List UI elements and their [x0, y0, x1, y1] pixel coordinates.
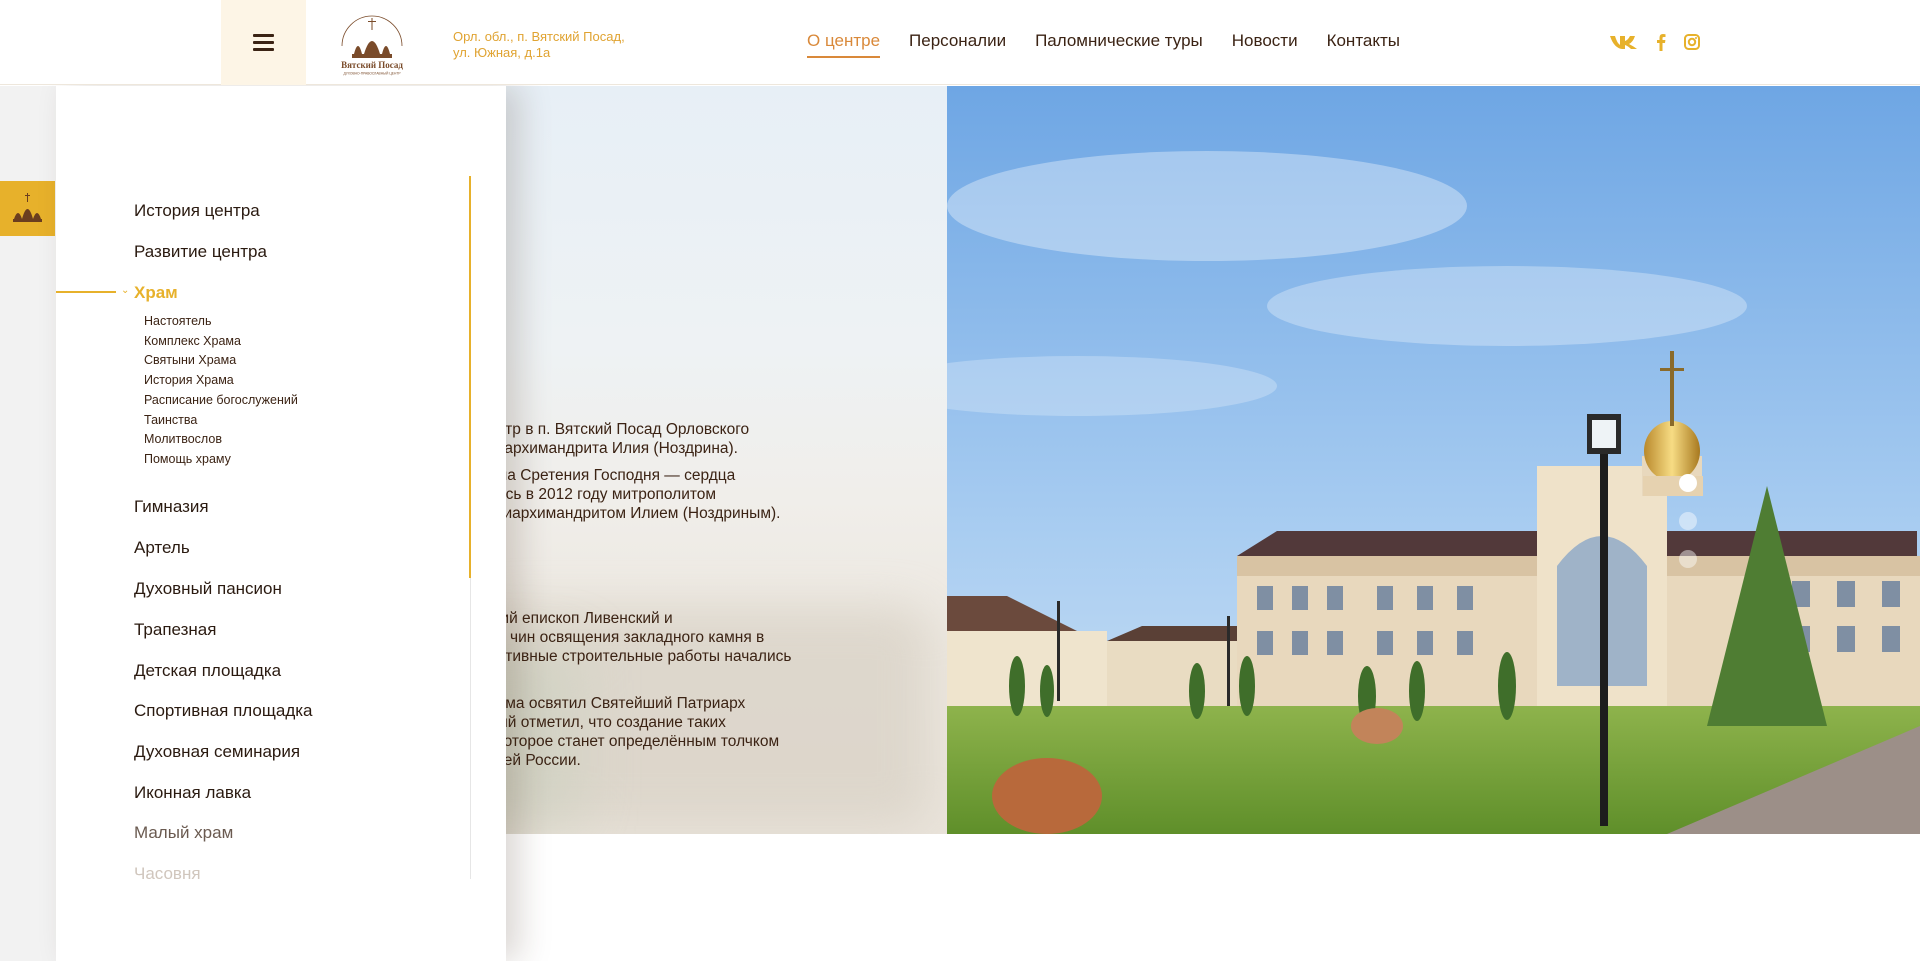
hero-line: рама освятил Святейший Патриарх: [488, 695, 746, 712]
hero-photo-illustration: [947, 86, 1920, 834]
hero-line: ил чин освящения закладного камня в: [488, 629, 765, 646]
church-domes-icon: [13, 193, 42, 222]
active-item-indicator: [56, 291, 116, 293]
menu-item-pension[interactable]: Духовный пансион: [134, 579, 282, 599]
menu-item-sports-ground[interactable]: Спортивная площадка: [134, 701, 313, 721]
menu-item-artel[interactable]: Артель: [134, 538, 190, 558]
slider-dot-3[interactable]: [1679, 550, 1697, 568]
hero-line: , которое станет определённым толчком: [488, 733, 780, 750]
left-side-strip: [0, 86, 56, 961]
site-header: Вятский Посад ДУХОВНО-ПРАВОСЛАВНЫЙ ЦЕНТР…: [0, 0, 1920, 85]
hero-line: ентр в п. Вятский Посад Орловского: [488, 421, 750, 438]
hero-line: десь в 2012 году митрополитом: [488, 486, 717, 503]
menu-toggle-button[interactable]: [221, 0, 306, 85]
menu-item-icon-shop[interactable]: Иконная лавка: [134, 783, 251, 803]
menu-item-chapel[interactable]: Часовня: [134, 864, 201, 884]
menu-item-development[interactable]: Развитие центра: [134, 242, 267, 262]
facebook-icon[interactable]: [1654, 32, 1668, 52]
submenu-item[interactable]: Помощь храму: [144, 452, 231, 466]
submenu-item[interactable]: История Храма: [144, 373, 234, 387]
instagram-icon[interactable]: [1683, 32, 1701, 52]
nav-contacts[interactable]: Контакты: [1327, 31, 1400, 58]
nav-tours[interactable]: Паломнические туры: [1035, 31, 1203, 58]
nav-people[interactable]: Персоналии: [909, 31, 1006, 58]
submenu-item[interactable]: Расписание богослужений: [144, 393, 298, 407]
church-shortcut-button[interactable]: [0, 181, 55, 236]
submenu-item[interactable]: Комплекс Храма: [144, 334, 241, 348]
menu-item-playground[interactable]: Детская площадка: [134, 661, 281, 681]
menu-item-seminary[interactable]: Духовная семинария: [134, 742, 300, 762]
burger-line: [253, 34, 274, 37]
hero-photo: [947, 86, 1920, 834]
slider-dot-2[interactable]: [1679, 512, 1697, 530]
logo-title: Вятский Посад: [341, 60, 403, 70]
vk-icon[interactable]: [1608, 32, 1640, 52]
burger-line: [253, 41, 274, 44]
nav-about[interactable]: О центре: [807, 31, 881, 58]
menu-item-gymnasium[interactable]: Гимназия: [134, 497, 209, 517]
nav-news[interactable]: Новости: [1232, 31, 1298, 58]
header-address: Орл. обл., п. Вятский Посад, ул. Южная, …: [453, 29, 625, 61]
menu-scroll-thumb[interactable]: [469, 176, 471, 578]
menu-item-small-temple[interactable]: Малый храм: [134, 823, 233, 843]
main-nav: О центре Персоналии Паломнические туры Н…: [807, 31, 1429, 58]
submenu-item[interactable]: Молитвослов: [144, 432, 222, 446]
hero-line: схиархимандритом Илием (Ноздриным).: [488, 505, 781, 522]
menu-item-temple[interactable]: Храм: [134, 283, 178, 303]
hero-line: ший епископ Ливенский и: [488, 610, 673, 627]
submenu-item[interactable]: Святыни Храма: [144, 353, 236, 367]
side-menu: История центра Развитие центра ⌄ Храм На…: [56, 86, 506, 961]
hero-line: рый отметил, что создание таких: [488, 714, 726, 731]
address-line-2: ул. Южная, д.1а: [453, 45, 551, 60]
burger-line: [253, 48, 274, 51]
address-line-1: Орл. обл., п. Вятский Посад,: [453, 29, 625, 44]
submenu-item[interactable]: Таинства: [144, 413, 197, 427]
hero-line: Активные строительные работы начались: [488, 648, 792, 665]
hero-line: ама Сретения Господня — сердца: [488, 467, 736, 484]
logo-subtitle: ДУХОВНО-ПРАВОСЛАВНЫЙ ЦЕНТР: [343, 72, 401, 76]
submenu-item[interactable]: Настоятель: [144, 314, 211, 328]
menu-item-refectory[interactable]: Трапезная: [134, 620, 216, 640]
site-logo[interactable]: Вятский Посад ДУХОВНО-ПРАВОСЛАВНЫЙ ЦЕНТР: [334, 12, 410, 76]
chevron-down-icon: ⌄: [121, 285, 130, 296]
menu-item-history[interactable]: История центра: [134, 201, 260, 221]
slider-dot-1[interactable]: [1679, 474, 1697, 492]
hero-line: хиархимандрита Илия (Ноздрина).: [488, 440, 738, 457]
